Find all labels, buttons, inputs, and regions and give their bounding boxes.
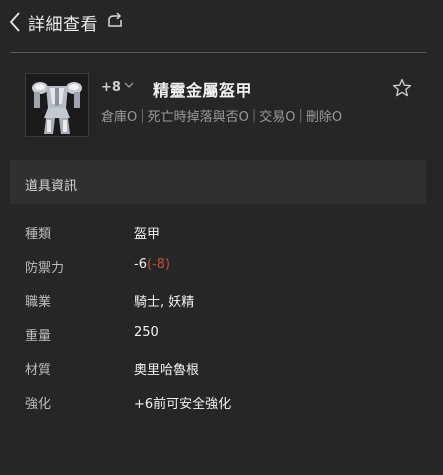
detail-key: 重量: [25, 329, 52, 344]
header-bar: 詳細查看: [0, 0, 443, 44]
item-thumbnail: [25, 73, 89, 137]
armor-icon: [32, 82, 82, 134]
detail-value: +6前可安全強化: [134, 397, 232, 412]
detail-key: 強化: [25, 397, 52, 412]
attr-deletable: 刪除O: [305, 110, 343, 125]
detail-row-defense: 防禦力 -6(-8): [0, 257, 443, 277]
attr-separator: |: [298, 108, 303, 123]
attr-drop-on-death: 死亡時掉落與否O: [147, 110, 249, 125]
detail-key: 防禦力: [25, 261, 65, 276]
detail-value: 奧里哈魯根: [134, 363, 200, 378]
detail-row-weight: 重量 250: [0, 325, 443, 345]
detail-key: 種類: [25, 227, 52, 242]
attr-warehouse: 倉庫O: [101, 110, 138, 125]
share-icon[interactable]: [106, 12, 124, 30]
item-attributes: 倉庫O | 死亡時掉落與否O | 交易O | 刪除O: [101, 106, 342, 125]
header-divider: [10, 52, 426, 53]
detail-row-class: 職業 騎士, 妖精: [0, 291, 443, 311]
defense-modifier: (-8): [146, 257, 171, 272]
detail-row-material: 材質 奧里哈魯根: [0, 359, 443, 379]
attr-separator: |: [251, 108, 257, 123]
detail-key: 材質: [25, 363, 52, 378]
detail-row-type: 種類 盔甲: [0, 223, 443, 243]
chevron-left-icon[interactable]: [8, 11, 22, 33]
detail-value: 騎士, 妖精: [134, 295, 195, 310]
detail-value: -6(-8): [134, 257, 170, 272]
enchant-level[interactable]: +8: [101, 80, 121, 95]
attr-separator: |: [140, 108, 145, 123]
attr-tradeable: 交易O: [259, 110, 296, 125]
chevron-down-icon[interactable]: [124, 80, 134, 90]
detail-key: 職業: [25, 295, 52, 310]
defense-value: -6: [134, 257, 147, 272]
detail-value: 盔甲: [134, 227, 161, 242]
item-name: 精靈金屬盔甲: [153, 81, 253, 100]
section-header: 道具資訊: [10, 160, 426, 204]
page-title: 詳細查看: [28, 15, 98, 35]
star-icon[interactable]: [392, 78, 412, 98]
section-title: 道具資訊: [25, 179, 78, 194]
detail-value: 250: [134, 325, 159, 340]
detail-row-enhance: 強化 +6前可安全強化: [0, 393, 443, 413]
